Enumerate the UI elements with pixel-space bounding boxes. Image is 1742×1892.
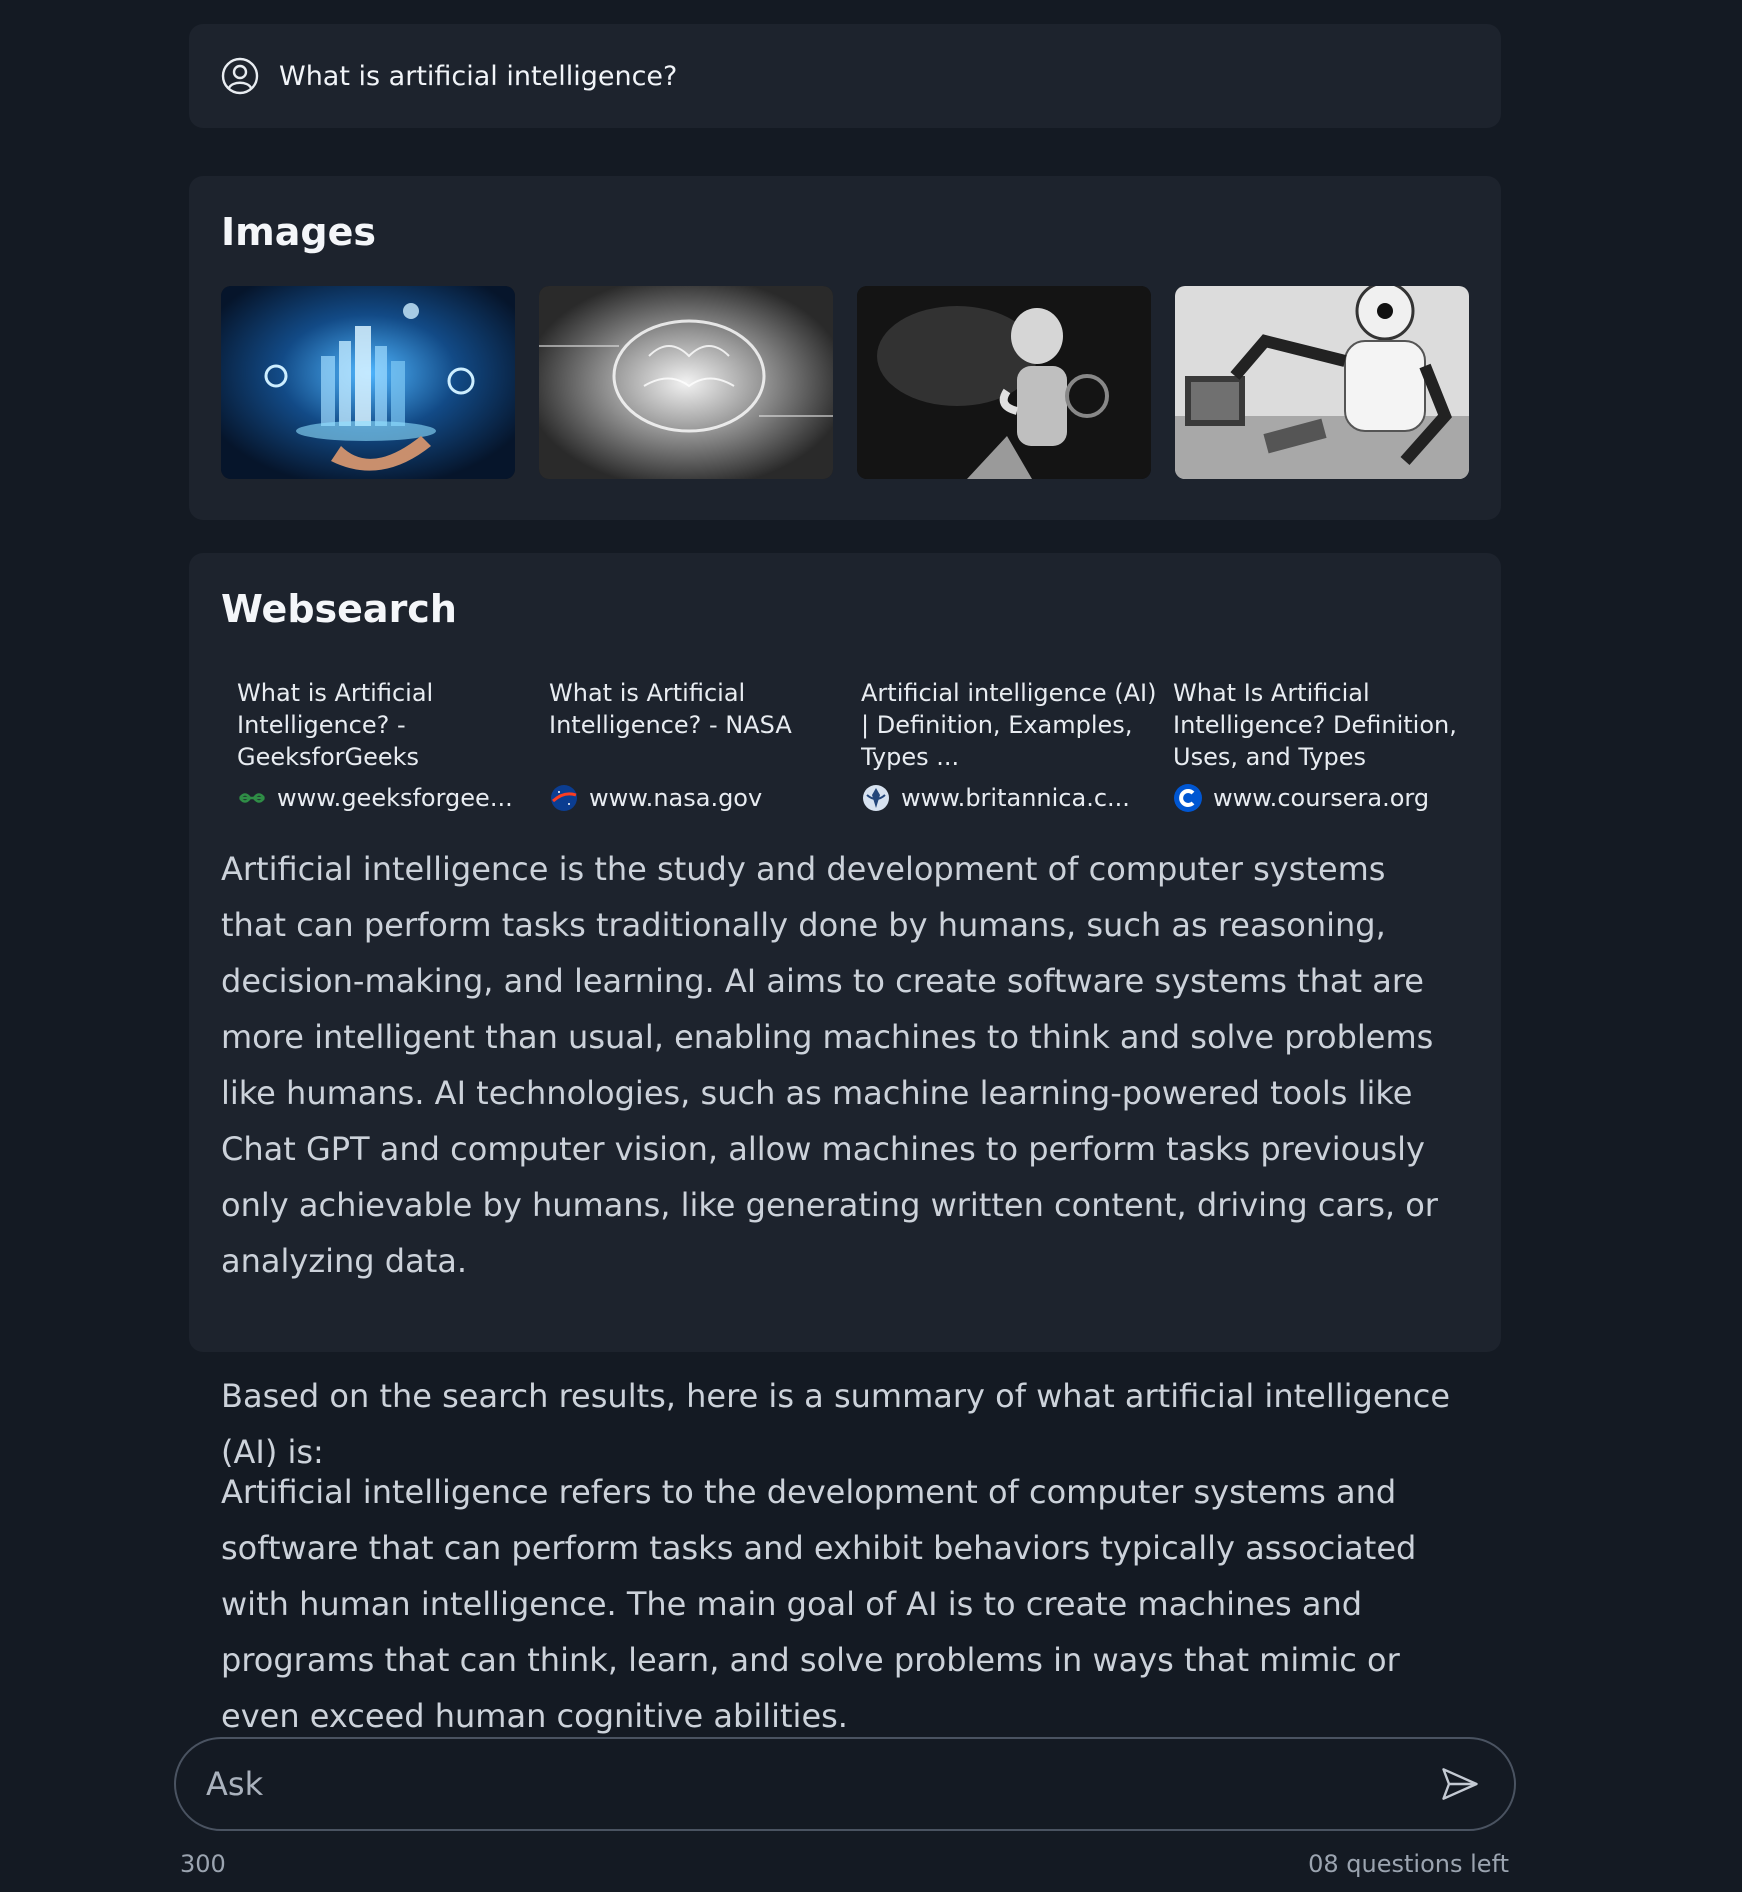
user-circle-icon <box>221 57 259 95</box>
britannica-icon <box>861 783 891 813</box>
source-domain-row: www.nasa.gov <box>549 783 845 813</box>
source-domain-row: www.britannica.c... <box>861 783 1157 813</box>
ask-bar <box>174 1737 1516 1831</box>
source-domain: www.britannica.c... <box>901 784 1130 812</box>
source-title: What Is Artificial Intelligence? Definit… <box>1173 679 1457 771</box>
question-card: What is artificial intelligence? <box>189 24 1501 128</box>
questions-left-counter: 08 questions left <box>1308 1850 1509 1878</box>
images-row <box>221 286 1469 479</box>
source-domain: www.geeksforgee... <box>277 784 513 812</box>
websearch-title: Websearch <box>221 587 457 631</box>
send-button[interactable] <box>1436 1760 1484 1808</box>
ask-input[interactable] <box>206 1765 1436 1803</box>
nasa-icon <box>549 783 579 813</box>
images-card: Images <box>189 176 1501 520</box>
summary-body-text: Artificial intelligence refers to the de… <box>221 1473 1417 1735</box>
source-domain: www.coursera.org <box>1213 784 1430 812</box>
sources-row: What is Artificial Intelligence? - Geeks… <box>221 677 1469 813</box>
websearch-card: Websearch What is Artificial Intelligenc… <box>189 553 1501 1352</box>
image-thumbnail[interactable] <box>221 286 515 479</box>
images-title: Images <box>221 210 376 254</box>
source-domain: www.nasa.gov <box>589 784 763 812</box>
source-link[interactable]: What is Artificial Intelligence? - NASA … <box>533 677 845 813</box>
image-thumbnail[interactable] <box>857 286 1151 479</box>
image-thumbnail[interactable] <box>539 286 833 479</box>
source-title: Artificial intelligence (AI) | Definitio… <box>861 679 1157 771</box>
source-title: What is Artificial Intelligence? - NASA <box>549 679 792 739</box>
char-limit-counter: 300 <box>180 1850 226 1878</box>
source-link[interactable]: What is Artificial Intelligence? - Geeks… <box>221 677 533 813</box>
source-domain-row: www.geeksforgee... <box>237 783 533 813</box>
geeksforgeeks-icon <box>237 783 267 813</box>
question-text: What is artificial intelligence? <box>279 60 678 92</box>
image-thumbnail[interactable] <box>1175 286 1469 479</box>
send-icon <box>1438 1762 1482 1806</box>
websearch-answer-text: Artificial intelligence is the study and… <box>221 850 1438 1280</box>
source-link[interactable]: What Is Artificial Intelligence? Definit… <box>1157 677 1469 813</box>
coursera-icon <box>1173 783 1203 813</box>
source-link[interactable]: Artificial intelligence (AI) | Definitio… <box>845 677 1157 813</box>
source-title: What is Artificial Intelligence? - Geeks… <box>237 679 434 771</box>
chat-page: What is artificial intelligence? Images <box>0 0 1742 1892</box>
source-domain-row: www.coursera.org <box>1173 783 1469 813</box>
